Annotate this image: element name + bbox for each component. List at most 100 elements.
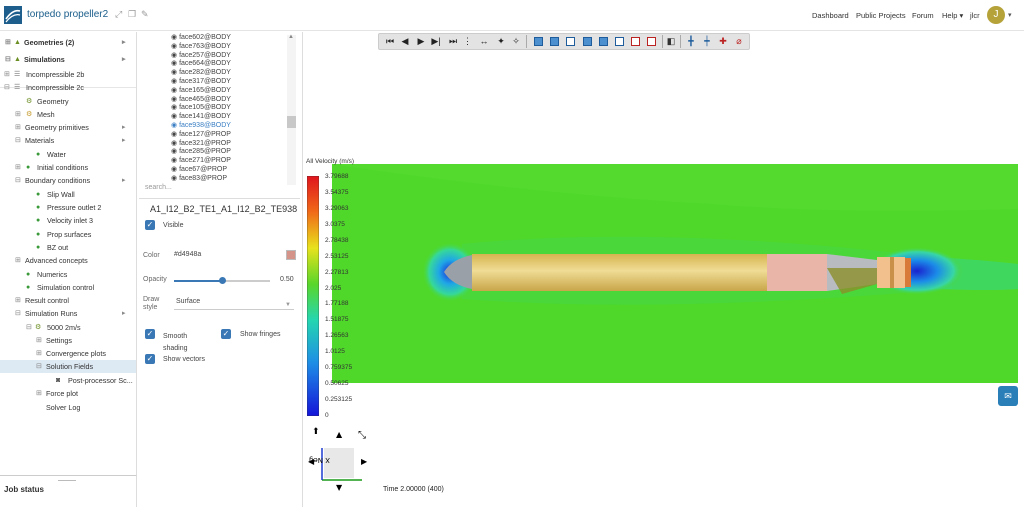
tree-item-geometry[interactable]: ⚙ Geometry [0,95,136,108]
project-title[interactable]: torpedo propeller2 [27,9,108,20]
expand-toggle[interactable]: ⊟ [4,81,10,94]
tree-item-result-control[interactable]: ⊞ Result control [0,294,136,307]
nav-dashboard[interactable]: Dashboard [812,11,849,20]
color-value[interactable]: #d4948a [174,251,201,258]
user-name[interactable]: jlcr [970,11,980,20]
nav-public-projects[interactable]: Public Projects [856,11,906,20]
tree-item-boundary-conditions[interactable]: ⊟ Boundary conditions ▸ [0,174,136,187]
draw-style-select[interactable]: Surface [176,298,200,305]
expand-toggle[interactable]: ⊞ [15,161,21,174]
expand-toggle[interactable]: ⊞ [5,36,11,49]
tree-item-simulation-control[interactable]: ● Simulation control [0,281,136,294]
velocity-field-render[interactable] [332,164,1018,383]
expand-toggle[interactable]: ⊟ [15,134,21,147]
view-top-icon[interactable] [615,37,624,46]
view-right-icon[interactable] [599,37,608,46]
more-options-icon[interactable]: ▸ [122,36,126,49]
expand-toggle[interactable]: ⊟ [36,360,42,373]
view-outline-icon[interactable] [647,37,656,46]
tree-simulations[interactable]: ⊟ ▲ Simulations ▸ [0,53,136,66]
measure-icon[interactable]: ⌀ [732,34,746,48]
opacity-slider-handle[interactable] [219,277,226,284]
last-frame-icon[interactable]: ⏭ [446,34,460,48]
eye-icon[interactable]: ◉ [171,166,179,173]
eye-icon[interactable]: ◉ [171,157,179,164]
expand-toggle[interactable]: ⊞ [36,387,42,400]
face-item[interactable]: ◉ face465@BODY [171,95,231,104]
expand-toggle[interactable]: ⊞ [4,68,10,81]
play-icon[interactable]: ▶ [415,34,427,48]
eye-icon[interactable]: ◉ [171,34,179,41]
expand-toggle[interactable]: ⊞ [15,294,21,307]
more-options-icon[interactable]: ⋮ [463,34,472,48]
walk-icon[interactable]: ✦ [495,34,507,48]
tree-item-advanced-concepts[interactable]: ⊞ Advanced concepts [0,254,136,267]
view-left-icon[interactable] [583,37,592,46]
tree-item-materials[interactable]: ⊟ Materials ▸ [0,134,136,147]
more-options-icon[interactable]: ▸ [122,307,126,320]
face-item[interactable]: ◉ face763@BODY [171,42,231,51]
face-item[interactable]: ◉ face664@BODY [171,59,231,68]
face-item[interactable]: ◉ face127@PROP [171,130,231,139]
view-front-icon[interactable] [550,37,559,46]
tree-item-run-5000[interactable]: ⊟ ⚙ 5000 2m/s [0,321,136,334]
tree-item-settings[interactable]: ⊞ Settings [0,334,136,347]
face-item[interactable]: ◉ face257@BODY [171,51,231,60]
face-item[interactable]: ◉ face317@BODY [171,77,231,86]
tree-item-slip-wall[interactable]: ● Slip Wall [0,188,136,201]
tree-item-convergence-plots[interactable]: ⊞ Convergence plots [0,347,136,360]
eye-icon[interactable]: ◉ [171,52,179,59]
eye-icon[interactable]: ◉ [171,69,179,76]
orientation-triad[interactable]: ⬆ ▲ ⤡ ◀ ▶ ▼ X Neg [306,424,376,494]
slice-icon[interactable]: ┿ [700,34,714,48]
face-list-scrollbar[interactable] [287,35,296,185]
face-item[interactable]: ◉ face271@PROP [171,156,231,165]
more-options-icon[interactable]: ▸ [122,121,126,134]
face-item[interactable]: ◉ face105@BODY [171,103,231,112]
expand-toggle[interactable]: ⊞ [15,121,21,134]
face-item[interactable]: ◉ face165@BODY [171,86,231,95]
more-options-icon[interactable]: ▸ [122,134,126,147]
eye-icon[interactable]: ◉ [171,122,179,129]
resize-handle[interactable] [58,476,76,481]
tree-item-force-plot[interactable]: ⊞ Force plot [0,387,136,400]
face-item[interactable]: ◉ face938@BODY [171,121,231,130]
expand-toggle[interactable]: ⊟ [15,174,21,187]
first-frame-icon[interactable]: ⏮ [383,34,397,48]
tree-item-velocity-inlet[interactable]: ● Velocity inlet 3 [0,214,136,227]
scroll-up-icon[interactable]: ▲ [288,34,294,40]
smooth-shading-checkbox[interactable]: ✓ [145,329,155,339]
view-back-icon[interactable] [566,37,575,46]
face-item[interactable]: ◉ face282@BODY [171,68,231,77]
tree-item-water[interactable]: ● Water [0,148,136,161]
tree-item-simulation-runs[interactable]: ⊟ Simulation Runs ▸ [0,307,136,320]
toggle-icon[interactable]: ◧ [666,34,676,48]
show-vectors-checkbox[interactable]: ✓ [145,354,155,364]
tree-item-geometry-primitives[interactable]: ⊞ Geometry primitives ▸ [0,121,136,134]
nav-help[interactable]: Help ▾ [942,11,963,20]
tree-item-solution-fields[interactable]: ⊟ Solution Fields [0,360,136,373]
face-item[interactable]: ◉ face67@PROP [171,165,227,174]
face-search-input[interactable]: search... [145,184,172,191]
eye-icon[interactable]: ◉ [171,43,179,50]
eye-icon[interactable]: ◉ [171,60,179,67]
color-swatch[interactable] [286,250,296,260]
eye-icon[interactable]: ◉ [171,96,179,103]
face-item[interactable]: ◉ face141@BODY [171,112,231,121]
view-bottom-icon[interactable] [631,37,640,46]
eye-icon[interactable]: ◉ [171,131,179,138]
eye-icon[interactable]: ◉ [171,148,179,155]
tree-geometries[interactable]: ⊞ ▲ Geometries (2) ▸ [0,36,136,49]
visible-checkbox[interactable]: ✓ [145,220,155,230]
eye-icon[interactable]: ◉ [171,140,179,147]
tree-item-prop-surfaces[interactable]: ● Prop surfaces [0,228,136,241]
expand-toggle[interactable]: ⊞ [15,108,21,121]
tree-item-initial-conditions[interactable]: ⊞ ● Initial conditions [0,161,136,174]
nav-forum[interactable]: Forum [912,11,934,20]
chevron-down-icon[interactable]: ▼ [285,302,291,308]
clip-plane-icon[interactable]: ╋ [684,34,698,48]
tree-item-bz-out[interactable]: ● BZ out [0,241,136,254]
avatar[interactable]: J [987,6,1005,24]
eye-icon[interactable]: ◉ [171,78,179,85]
face-item[interactable]: ◉ face321@PROP [171,139,231,148]
